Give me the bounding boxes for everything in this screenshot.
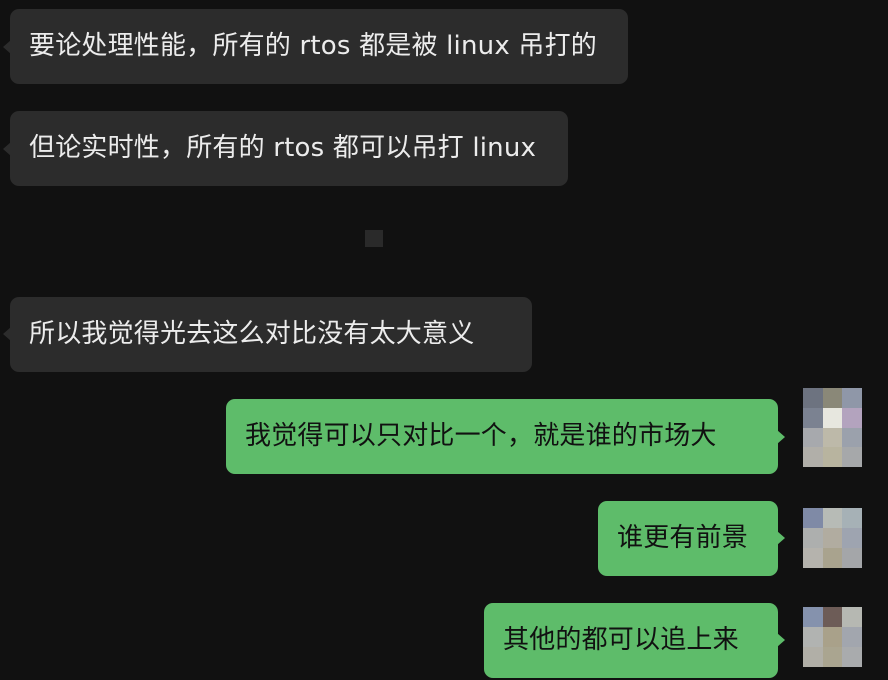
message-text: 其他的都可以追上来 <box>503 625 739 655</box>
message-text: 我觉得可以只对比一个，就是谁的市场大 <box>245 421 717 451</box>
outgoing-message-bubble[interactable]: 我觉得可以只对比一个，就是谁的市场大 <box>226 399 778 474</box>
user-avatar[interactable] <box>803 607 862 667</box>
outgoing-bubble-tail <box>777 430 785 444</box>
message-text: 所以我觉得光去这么对比没有太大意义 <box>29 319 475 349</box>
incoming-message-bubble[interactable]: 但论实时性，所有的 rtos 都可以吊打 linux <box>10 111 568 186</box>
incoming-message-bubble[interactable]: 要论处理性能，所有的 rtos 都是被 linux 吊打的 <box>10 9 628 84</box>
incoming-message-bubble[interactable]: 所以我觉得光去这么对比没有太大意义 <box>10 297 532 372</box>
image-placeholder-icon <box>365 230 383 247</box>
outgoing-message-bubble[interactable]: 谁更有前景 <box>598 501 778 576</box>
outgoing-bubble-tail <box>777 531 785 545</box>
outgoing-bubble-tail <box>777 633 785 647</box>
user-avatar[interactable] <box>803 508 862 568</box>
user-avatar[interactable] <box>803 388 862 467</box>
message-text: 但论实时性，所有的 rtos 都可以吊打 linux <box>29 133 537 163</box>
message-text: 谁更有前景 <box>617 523 749 553</box>
message-text: 要论处理性能，所有的 rtos 都是被 linux 吊打的 <box>29 31 597 61</box>
outgoing-message-bubble[interactable]: 其他的都可以追上来 <box>484 603 778 678</box>
